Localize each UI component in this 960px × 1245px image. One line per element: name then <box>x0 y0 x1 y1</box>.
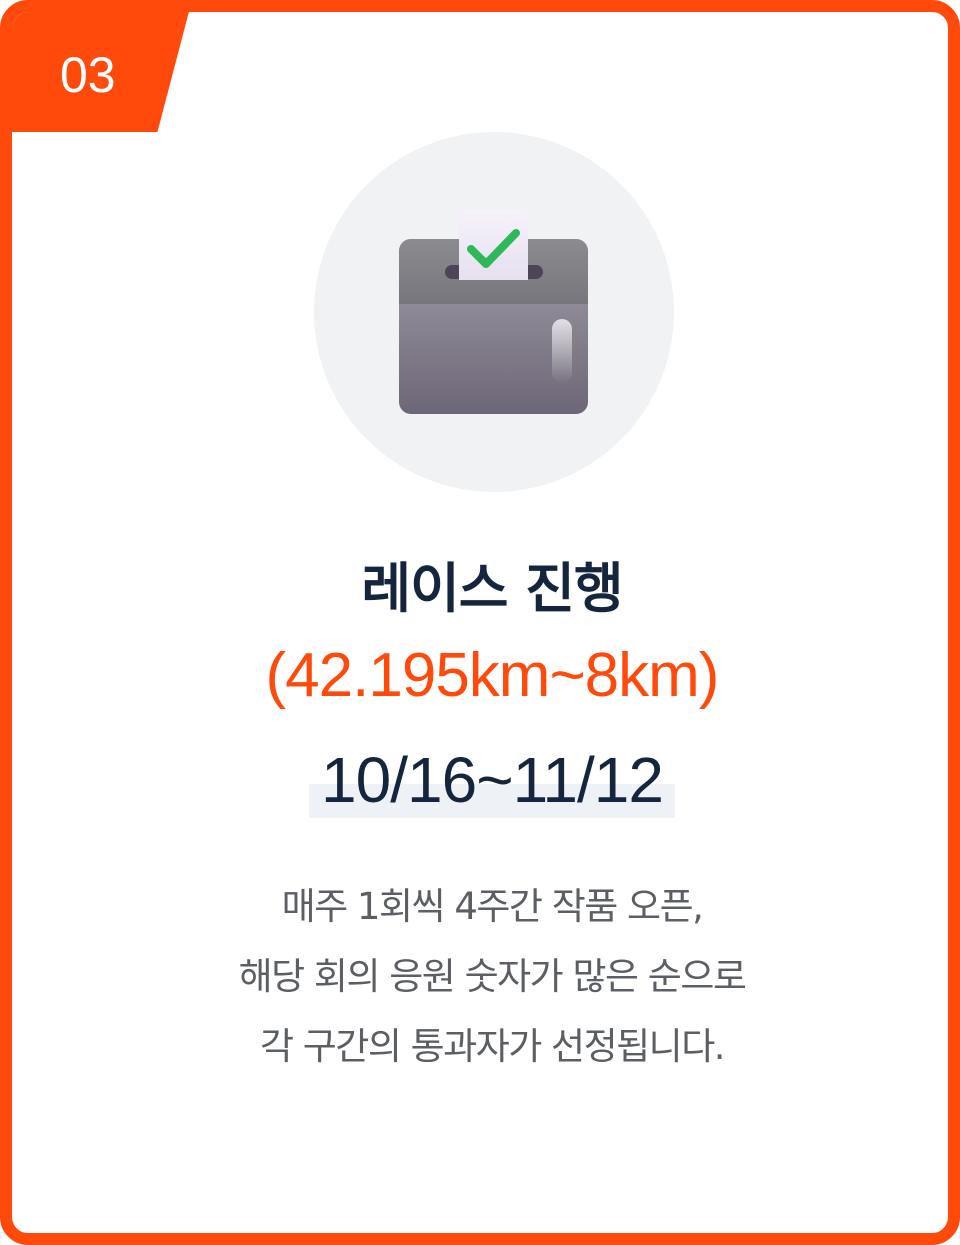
distance-range: (42.195km~8km) <box>265 641 720 710</box>
description-line: 해당 회의 응원 숫자가 많은 순으로 <box>238 955 747 998</box>
period-text: 10/16~11/12 <box>321 744 664 816</box>
step-card: 03 레이스 진행 (42.195km~8km) 10/16~11/12 매주 … <box>0 0 960 1245</box>
ballot-box-icon <box>399 210 588 414</box>
period-wrapper: 10/16~11/12 <box>12 742 948 818</box>
description-line: 매주 1회씩 4주간 작품 오픈, <box>281 885 704 928</box>
step-number: 03 <box>60 47 116 103</box>
description: 매주 1회씩 4주간 작품 오픈, 해당 회의 응원 숫자가 많은 순으로 각 … <box>12 872 948 1082</box>
section-title: 레이스 진행 <box>361 557 623 620</box>
icon-background <box>314 132 674 492</box>
race-period: 10/16~11/12 <box>309 742 675 818</box>
description-line: 각 구간의 통과자가 선정됩니다. <box>259 1025 726 1068</box>
